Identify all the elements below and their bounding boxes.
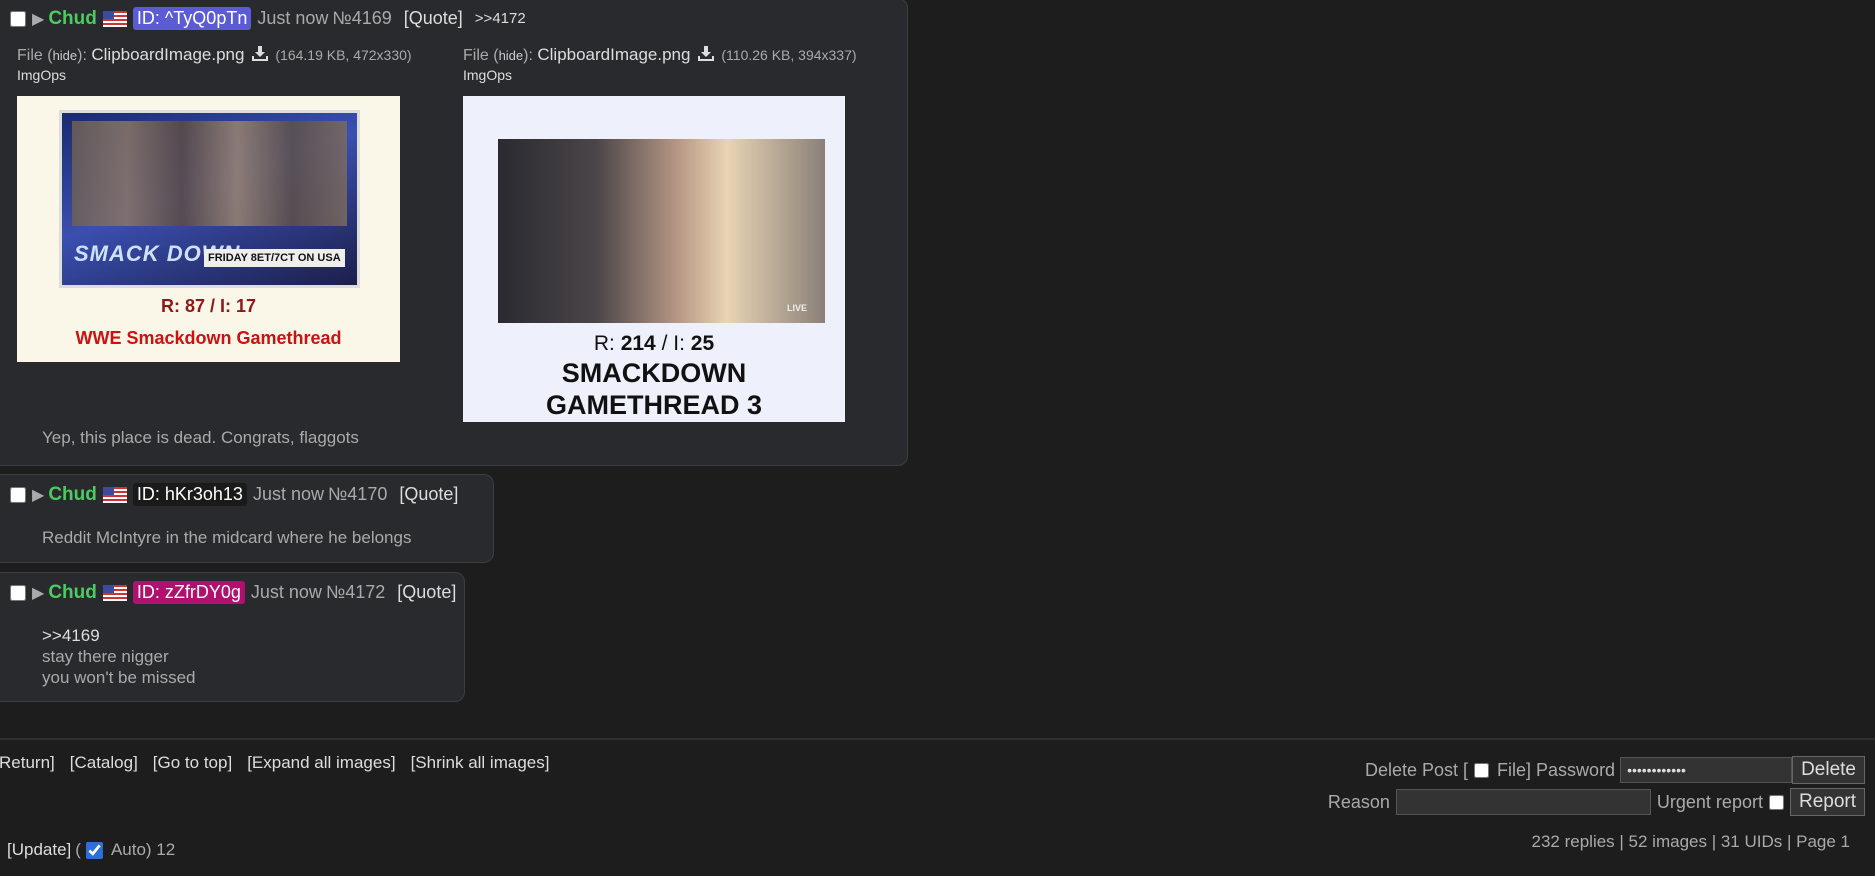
quote-link[interactable]: [Quote] — [397, 582, 456, 603]
poster-name: Chud — [48, 483, 97, 505]
delete-button[interactable]: Delete — [1792, 756, 1865, 784]
post-message: Yep, this place is dead. Congrats, flagg… — [42, 428, 359, 447]
thumb-wrestlers — [72, 121, 347, 226]
post-time: Just now — [252, 484, 324, 504]
post-4169: ▶ Chud ID: ^TyQ0pTn Just now №4169 [Quot… — [0, 0, 908, 466]
auto-paren: ( — [75, 840, 81, 859]
file-meta: (164.19 KB, 472x330) — [275, 47, 412, 63]
quote-link[interactable]: [Quote] — [399, 484, 458, 505]
shrink-all-images-link[interactable]: [Shrink all images] — [411, 753, 550, 773]
post-select-checkbox[interactable] — [10, 584, 26, 601]
file-label: File ( — [463, 47, 499, 64]
catalog-link[interactable]: [Catalog] — [70, 753, 138, 773]
post-4170: ▶ Chud ID: hKr3oh13 Just now №4170 [Quot… — [0, 474, 494, 563]
urgent-report-checkbox[interactable] — [1768, 794, 1784, 810]
post-header: ▶ Chud ID: hKr3oh13 Just now №4170 [Quot… — [10, 483, 470, 506]
go-to-top-link[interactable]: [Go to top] — [153, 753, 232, 773]
post-number-link[interactable]: №4170 — [328, 484, 387, 505]
file-name-link[interactable]: ClipboardImage.png — [91, 45, 244, 64]
file-info: File (hide): ClipboardImage.png (164.19 … — [17, 45, 412, 65]
file-thumbnail[interactable]: SMACK DOWN FRIDAY 8ET/7CT ON USA R: 87 /… — [17, 96, 400, 362]
poster-uid[interactable]: ID: zZfrDY0g — [132, 581, 245, 604]
urgent-report-label: Urgent report — [1656, 791, 1763, 812]
thumb-stats: R: 214 / I: 25 — [463, 332, 845, 356]
update-link[interactable]: [Update] — [7, 840, 71, 860]
auto-update-checkbox[interactable] — [85, 841, 103, 859]
footer-divider — [0, 738, 1875, 740]
file-label-sep: ): — [77, 47, 92, 64]
report-form: Reason Urgent report Report — [1328, 788, 1865, 816]
quote-reference-link[interactable]: >>4169 — [42, 625, 196, 646]
thumb-stat-r: R: — [593, 332, 621, 355]
file-info: File (hide): ClipboardImage.png (110.26 … — [463, 45, 857, 65]
imgops-link[interactable]: ImgOps — [17, 67, 66, 83]
file-label-sep: ): — [523, 47, 538, 64]
post-4172: ▶ Chud ID: zZfrDY0g Just now №4172 [Quot… — [0, 572, 465, 702]
post-number-link[interactable]: №4172 — [326, 582, 385, 603]
file-name-link[interactable]: ClipboardImage.png — [537, 45, 690, 64]
post-message: >>4169 stay there nigger you won't be mi… — [42, 625, 196, 688]
post-time: Just now — [257, 8, 329, 28]
expand-arrow-icon[interactable]: ▶ — [32, 583, 44, 603]
file-thumbnail[interactable]: LIVE R: 214 / I: 25 SMACKDOWN GAMETHREAD… — [463, 96, 845, 422]
post-select-checkbox[interactable] — [10, 10, 26, 27]
thread-stats: 232 replies | 52 images | 31 UIDs | Page… — [1531, 832, 1850, 851]
hide-file-link[interactable]: hide — [53, 48, 78, 63]
file-password-label: File] Password — [1497, 759, 1616, 780]
quote-link[interactable]: [Quote] — [404, 8, 463, 29]
reason-label: Reason — [1327, 791, 1390, 812]
expand-all-images-link[interactable]: [Expand all images] — [247, 753, 395, 773]
delete-form: Delete Post [ File] Password Delete — [1365, 756, 1865, 784]
thumb-photo: LIVE — [498, 139, 825, 323]
poster-uid[interactable]: ID: ^TyQ0pTn — [132, 7, 252, 30]
us-flag-icon — [102, 584, 127, 601]
post-number-link[interactable]: №4169 — [332, 8, 391, 29]
post-header: ▶ Chud ID: zZfrDY0g Just now №4172 [Quot… — [10, 581, 468, 604]
thumb-live-badge: LIVE — [786, 303, 807, 313]
expand-arrow-icon[interactable]: ▶ — [32, 9, 44, 29]
thumb-title-line-2: GAMETHREAD 3 — [545, 390, 762, 420]
file-meta: (110.26 KB, 394x337) — [721, 47, 857, 63]
file-label: File ( — [17, 47, 53, 64]
expand-arrow-icon[interactable]: ▶ — [32, 485, 44, 505]
hide-file-link[interactable]: hide — [499, 48, 524, 63]
backlink[interactable]: >>4172 — [475, 10, 526, 27]
thumb-stat-i: / I: — [655, 332, 691, 355]
post-header: ▶ Chud ID: ^TyQ0pTn Just now №4169 [Quot… — [10, 7, 526, 30]
thumb-title: WWE Smackdown Gamethread — [75, 328, 342, 348]
post-time: Just now — [250, 582, 322, 602]
thumb-poster-art: SMACK DOWN FRIDAY 8ET/7CT ON USA — [62, 113, 357, 285]
download-icon[interactable] — [251, 46, 268, 61]
delete-post-label: Delete Post [ — [1364, 759, 1469, 780]
message-line: stay there nigger — [42, 647, 169, 666]
us-flag-icon — [102, 10, 127, 27]
thumb-stat-i-value: 25 — [690, 332, 715, 355]
poster-name: Chud — [48, 581, 97, 603]
delete-file-only-checkbox[interactable] — [1474, 762, 1490, 778]
return-link[interactable]: Return] — [0, 753, 55, 773]
password-field[interactable] — [1620, 757, 1793, 783]
footer-nav: Return] [Catalog] [Go to top] [Expand al… — [0, 753, 549, 773]
post-select-checkbox[interactable] — [10, 486, 26, 503]
thumb-stat-r-value: 214 — [620, 332, 656, 355]
post-message: Reddit McIntyre in the midcard where he … — [42, 528, 412, 547]
poster-name: Chud — [48, 7, 97, 29]
message-line: you won't be missed — [42, 668, 196, 687]
report-button[interactable]: Report — [1789, 788, 1865, 816]
reason-field[interactable] — [1395, 789, 1651, 815]
download-icon[interactable] — [697, 46, 714, 61]
imgops-link[interactable]: ImgOps — [463, 67, 512, 83]
auto-update-label: Auto) 12 — [110, 840, 176, 859]
poster-uid[interactable]: ID: hKr3oh13 — [132, 483, 247, 506]
thumb-title-line-1: SMACKDOWN — [561, 358, 747, 388]
update-row: [Update] ( Auto) 12 — [7, 840, 175, 860]
us-flag-icon — [102, 486, 127, 503]
thumb-banner-sub: FRIDAY 8ET/7CT ON USA — [204, 249, 345, 267]
thumb-stats: R: 87 / I: 17 — [160, 296, 257, 316]
